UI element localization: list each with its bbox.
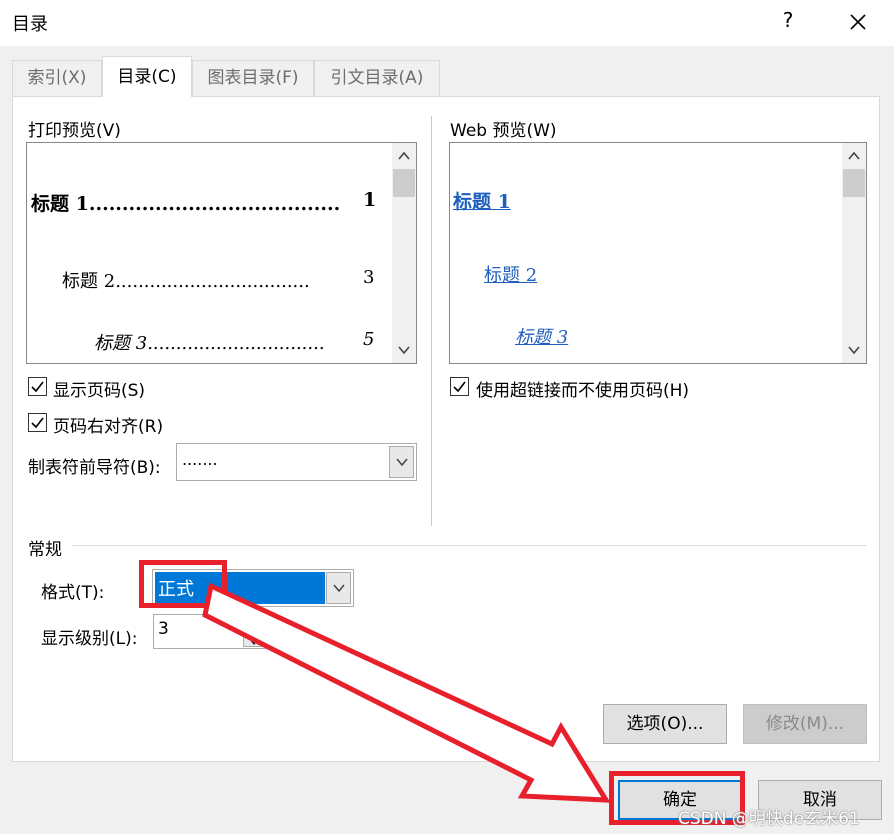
right-align-label[interactable]: 页码右对齐(R) <box>53 412 163 437</box>
tab-toc[interactable]: 目录(C) <box>102 56 192 97</box>
web-scroll-thumb[interactable] <box>843 169 865 197</box>
levels-decrement[interactable] <box>243 632 265 647</box>
print-toc-entry-1: 标题 1....................................… <box>31 193 341 215</box>
use-hyperlinks-label[interactable]: 使用超链接而不使用页码(H) <box>476 376 689 401</box>
print-toc-page-1: 1 <box>363 189 377 211</box>
print-scroll-up[interactable] <box>392 145 416 167</box>
print-scroll-thumb[interactable] <box>393 169 415 197</box>
general-group-label: 常规 <box>28 540 62 560</box>
close-button[interactable] <box>840 4 876 40</box>
print-preview-label: 打印预览(V) <box>28 121 121 141</box>
dialog-title: 目录 <box>12 14 48 35</box>
checkmark-icon <box>31 417 44 429</box>
checkmark-icon <box>31 381 44 393</box>
modify-button[interactable]: 修改(M)... <box>743 704 867 744</box>
annotation-box-format <box>139 560 227 608</box>
checkmark-icon <box>453 381 466 393</box>
chevron-up-icon <box>848 151 860 160</box>
right-align-checkbox[interactable] <box>28 413 47 432</box>
web-toc-link-1[interactable]: 标题 1 <box>453 187 511 214</box>
web-scroll-down[interactable] <box>842 339 866 361</box>
print-preview-box[interactable]: 标题 1....................................… <box>26 142 417 364</box>
levels-label: 显示级别(L): <box>41 629 138 649</box>
triangle-down-icon <box>249 639 259 645</box>
options-button[interactable]: 选项(O)... <box>603 704 727 744</box>
web-toc-link-2[interactable]: 标题 2 <box>484 261 537 287</box>
levels-spinner[interactable]: 3 <box>153 614 268 649</box>
help-button[interactable]: ? <box>776 8 800 36</box>
web-preview-label: Web 预览(W) <box>450 121 557 141</box>
format-label: 格式(T): <box>41 583 105 603</box>
web-preview-box[interactable]: 标题 1 标题 2 标题 3 <box>449 142 867 364</box>
tab-index[interactable]: 索引(X) <box>12 60 102 96</box>
tab-leader-dropdown[interactable] <box>389 446 414 478</box>
use-hyperlinks-checkbox[interactable] <box>450 377 469 396</box>
web-toc-link-3[interactable]: 标题 3 <box>515 323 568 349</box>
show-page-numbers-checkbox[interactable] <box>28 377 47 396</box>
title-bar <box>0 0 894 46</box>
general-group-line <box>72 545 867 546</box>
web-scroll-up[interactable] <box>842 145 866 167</box>
format-dropdown[interactable] <box>326 572 351 604</box>
close-icon <box>850 14 866 30</box>
tab-leader-value: ....... <box>182 450 218 469</box>
levels-value: 3 <box>158 619 169 639</box>
chevron-down-icon <box>848 346 860 355</box>
print-toc-page-3: 5 <box>363 329 375 350</box>
chevron-down-icon <box>396 458 408 467</box>
triangle-up-icon <box>249 623 259 629</box>
print-scroll-down[interactable] <box>392 339 416 361</box>
tab-leader-select[interactable]: ....... <box>176 443 417 481</box>
levels-increment[interactable] <box>243 616 265 631</box>
chevron-up-icon <box>398 151 410 160</box>
watermark-text: CSDN @明快de玄米61 <box>678 809 860 829</box>
section-divider <box>431 116 432 526</box>
print-toc-entry-2: 标题 2.................................. <box>62 271 310 292</box>
tab-table-of-authorities[interactable]: 引文目录(A) <box>314 60 440 96</box>
print-toc-page-2: 3 <box>363 267 375 288</box>
show-page-numbers-label[interactable]: 显示页码(S) <box>53 376 145 401</box>
chevron-down-icon <box>333 584 345 593</box>
tab-leader-label: 制表符前导符(B): <box>28 458 161 478</box>
chevron-down-icon <box>398 346 410 355</box>
tab-table-of-figures[interactable]: 图表目录(F) <box>192 60 314 96</box>
print-toc-entry-3: 标题 3............................... <box>94 333 325 354</box>
